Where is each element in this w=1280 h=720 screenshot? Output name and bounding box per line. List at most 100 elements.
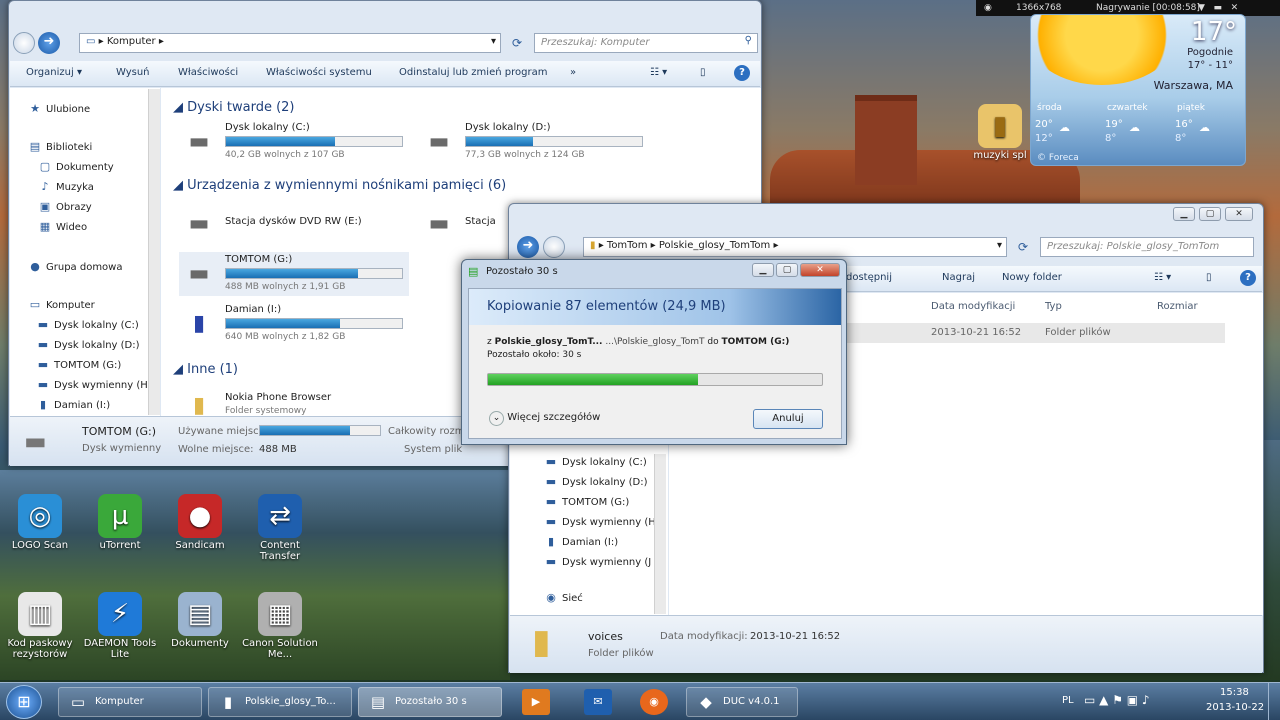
clock-date[interactable]: 2013-10-22 (1206, 702, 1264, 713)
nav-item[interactable]: ▬ Dysk wymienny (J (544, 555, 651, 568)
nav-item[interactable]: ▬ Dysk lokalny (C:) (544, 455, 647, 468)
help-icon[interactable]: ? (734, 65, 750, 81)
group-other[interactable]: ◢ Inne (1) (173, 362, 238, 377)
drive-item[interactable]: ▬ Dysk lokalny (C:) 40,2 GB wolnych z 107 … (179, 120, 409, 164)
nav-item[interactable]: ▬ Dysk lokalny (C:) (36, 318, 139, 331)
search-input[interactable]: Przeszukaj: Komputer ⚲ (534, 33, 758, 53)
desktop-icon[interactable]: ▤ Dokumenty (160, 592, 240, 649)
nav-item[interactable]: ▢ Dokumenty (38, 160, 114, 173)
nav-item[interactable]: ▬ TOMTOM (G:) (36, 358, 122, 371)
chevron-down-icon[interactable]: ▾ (997, 240, 1002, 251)
weather-day-name: piątek (1177, 103, 1206, 113)
group-removable[interactable]: ◢ Urządzenia z wymiennymi nośnikami pami… (173, 178, 506, 193)
media-player-icon[interactable]: ▶ (522, 689, 550, 715)
drive-icon: ▬ (428, 129, 450, 154)
start-button[interactable]: ⊞ (6, 685, 42, 719)
column-type[interactable]: Typ (1045, 301, 1062, 312)
forward-button[interactable] (543, 236, 565, 258)
nav-item[interactable]: ▣ Obrazy (38, 200, 92, 213)
view-options-icon[interactable]: ☷ ▾ (650, 67, 667, 78)
nav-item[interactable]: ▤ Biblioteki (28, 140, 93, 153)
copy-progress-dialog[interactable]: ▤ Pozostało 30 s ▁ ▢ ✕ Kopiowanie 87 ele… (461, 259, 847, 445)
forward-arrow-icon[interactable]: ➜ (38, 32, 60, 54)
more-details-toggle[interactable]: ⌄ Więcej szczegółów (489, 411, 600, 426)
chevron-down-icon[interactable]: ▾ (491, 36, 496, 47)
show-desktop-button[interactable] (1268, 683, 1280, 720)
properties-button[interactable]: Właściwości (178, 67, 238, 78)
language-indicator[interactable]: PL (1062, 695, 1074, 706)
desktop-icon[interactable]: ⇄ Content Transfer (240, 494, 320, 562)
desktop-folder[interactable]: ▮ muzyki spl (960, 104, 1040, 161)
search-input[interactable]: Przeszukaj: Polskie_glosy_TomTom (1040, 237, 1254, 257)
outlook-icon[interactable]: ✉ (584, 689, 612, 715)
nav-item[interactable]: ▬ Dysk lokalny (D:) (544, 475, 648, 488)
new-folder-button[interactable]: Nowy folder (1002, 272, 1062, 283)
drive-usage-bar (225, 318, 403, 329)
share-button[interactable]: dostępnij (846, 272, 892, 283)
desktop-icon[interactable]: ◎ LOGO Scan (0, 494, 80, 551)
nav-item[interactable]: ● Grupa domowa (28, 260, 122, 273)
nav-item[interactable]: ◉ Sieć (544, 591, 583, 604)
firefox-icon[interactable]: ◉ (640, 689, 668, 715)
desktop-icon[interactable]: ● Sandicam (160, 494, 240, 551)
desktop-icon[interactable]: ⚡ DAEMON Tools Lite (80, 592, 160, 660)
tray-icons[interactable]: ▭ ▲ ⚑ ▣ ♪ (1084, 693, 1150, 707)
nav-scrollbar[interactable] (654, 454, 666, 614)
taskbar-item[interactable]: ◆ DUC v4.0.1 (686, 687, 798, 717)
taskbar-item[interactable]: ▤ Pozostało 30 s (358, 687, 502, 717)
maximize-button[interactable]: ▢ (776, 263, 798, 277)
organize-menu[interactable]: Organizuj ▾ (26, 67, 82, 78)
eject-button[interactable]: Wysuń (116, 67, 150, 78)
nav-scrollbar[interactable] (148, 89, 160, 415)
system-properties-button[interactable]: Właściwości systemu (266, 67, 372, 78)
file-row[interactable]: 2013-10-21 16:52 Folder plików (829, 323, 1225, 343)
details-name: TOMTOM (G:) (82, 425, 157, 438)
nav-item-icon: ▢ (39, 160, 51, 173)
help-icon[interactable]: ? (1240, 270, 1256, 286)
desktop-icon[interactable]: µ uTorrent (80, 494, 160, 551)
desktop-icon[interactable]: ▦ Canon Solution Me... (240, 592, 320, 660)
drive-item[interactable]: ▬ Dysk lokalny (D:) 77,3 GB wolnych z 124 … (419, 120, 649, 164)
burn-button[interactable]: Nagraj (942, 272, 975, 283)
nav-item-icon: ▬ (545, 555, 557, 568)
maximize-button[interactable]: ▢ (1199, 207, 1221, 221)
desktop-icon[interactable]: ▥ Kod paskowy rezystorów (0, 592, 80, 660)
taskbar-item[interactable]: ▭ Komputer (58, 687, 202, 717)
back-button[interactable] (13, 32, 35, 54)
nav-item[interactable]: ♪ Muzyka (38, 180, 93, 193)
nav-item[interactable]: ▬ Dysk wymienny (H (36, 378, 148, 391)
minimize-button[interactable]: ▁ (752, 263, 774, 277)
nav-item[interactable]: ▮ Damian (I:) (544, 535, 618, 548)
nav-item[interactable]: ▮ Damian (I:) (36, 398, 110, 411)
clock-time[interactable]: 15:38 (1220, 687, 1249, 698)
nav-item[interactable]: ▭ Komputer (28, 298, 95, 311)
address-bar[interactable]: ▭ ▸ Komputer ▸ ▾ (79, 33, 501, 53)
group-hard-drives[interactable]: ◢ Dyski twarde (2) (173, 100, 295, 115)
preview-pane-icon[interactable]: ▯ (1206, 272, 1212, 283)
view-options-icon[interactable]: ☷ ▾ (1154, 272, 1171, 283)
column-size[interactable]: Rozmiar (1157, 301, 1198, 312)
search-icon: ⚲ (744, 35, 752, 46)
nav-item[interactable]: ▬ Dysk wymienny (H (544, 515, 656, 528)
cancel-button[interactable]: Anuluj (753, 409, 823, 429)
nav-item[interactable]: ▬ Dysk lokalny (D:) (36, 338, 140, 351)
taskbar-item[interactable]: ▮ Polskie_glosy_To... (208, 687, 352, 717)
more-commands-button[interactable]: » (570, 67, 576, 78)
refresh-icon[interactable]: ⟳ (1013, 237, 1033, 257)
nav-item[interactable]: ▦ Wideo (38, 220, 87, 233)
nav-item[interactable]: ▬ TOMTOM (G:) (544, 495, 630, 508)
address-bar[interactable]: ▮ ▸ TomTom ▸ Polskie_glosy_TomTom ▸ ▾ (583, 237, 1007, 257)
minimize-button[interactable]: ▁ (1173, 207, 1195, 221)
drive-item[interactable]: ▮ Damian (I:) 640 MB wolnych z 1,82 GB (179, 302, 409, 346)
weather-gadget[interactable]: 17° Pogodnie 17° - 11° Warszawa, MA środ… (1030, 14, 1246, 166)
column-date[interactable]: Data modyfikacji (931, 301, 1015, 312)
preview-pane-icon[interactable]: ▯ (700, 67, 706, 78)
drive-item[interactable]: ▬ TOMTOM (G:) 488 MB wolnych z 1,91 GB (179, 252, 409, 296)
close-button[interactable]: ✕ (1225, 207, 1253, 221)
nav-item[interactable]: ★ Ulubione (28, 102, 90, 115)
uninstall-program-button[interactable]: Odinstaluj lub zmień program (399, 67, 547, 78)
close-button[interactable]: ✕ (800, 263, 840, 277)
drive-item[interactable]: ▬ Stacja dysków DVD RW (E:) (179, 202, 409, 246)
refresh-icon[interactable]: ⟳ (507, 33, 527, 53)
back-arrow-icon[interactable]: ➜ (517, 236, 539, 258)
